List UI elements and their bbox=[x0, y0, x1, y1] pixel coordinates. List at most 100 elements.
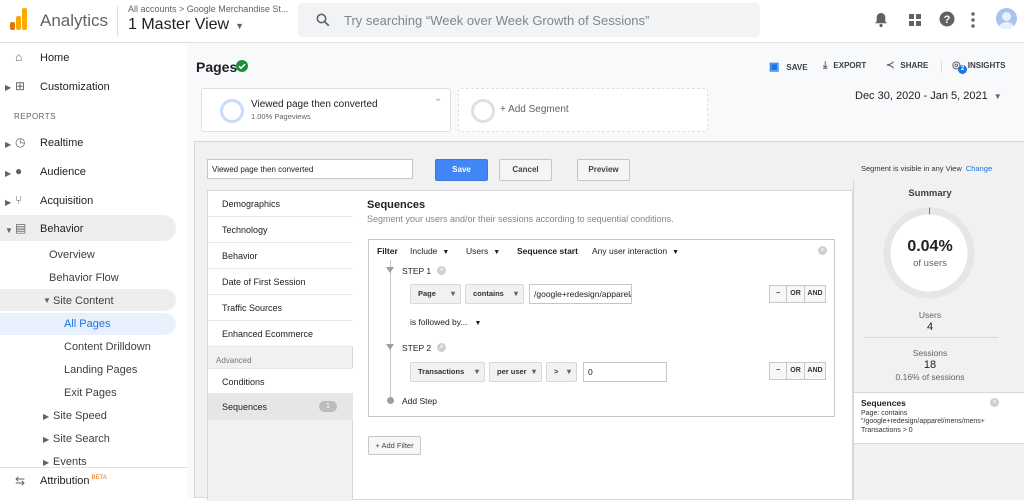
include-value: Include bbox=[410, 246, 438, 256]
include-dropdown[interactable]: Include ▼ bbox=[410, 246, 449, 256]
sidebar-item-site-speed[interactable]: Site Speed bbox=[53, 410, 107, 422]
segment-cancel-button[interactable]: Cancel bbox=[499, 159, 552, 181]
sidebar-item-overview[interactable]: Overview bbox=[49, 249, 95, 261]
sidebar-item-attribution[interactable]: Attribution BETA bbox=[40, 475, 107, 487]
sidebar-item-landing-pages[interactable]: Landing Pages bbox=[64, 364, 137, 376]
sidebar-item-audience[interactable]: Audience bbox=[40, 166, 86, 178]
menu-item-behavior[interactable]: Behavior bbox=[208, 243, 354, 269]
sidebar-item-site-content[interactable]: Site Content bbox=[53, 295, 114, 307]
attribution-icon: ⇆ bbox=[15, 474, 26, 488]
chevron-down-icon: ▼ bbox=[993, 92, 1002, 101]
change-visibility-link[interactable]: Change bbox=[966, 164, 992, 173]
segment-subtitle: 1.00% Pageviews bbox=[251, 112, 311, 121]
step1-and-button[interactable]: AND bbox=[804, 285, 826, 303]
users-dropdown[interactable]: Users ▼ bbox=[466, 246, 500, 256]
remove-step2-icon[interactable]: × bbox=[437, 343, 446, 352]
menu-item-technology[interactable]: Technology bbox=[208, 217, 354, 243]
step1-value-input[interactable] bbox=[529, 284, 632, 304]
summary-users-label: Users bbox=[918, 310, 942, 320]
reports-heading: REPORTS bbox=[14, 112, 57, 121]
segment-category-menu: Demographics Technology Behavior Date of… bbox=[207, 190, 359, 501]
add-filter-button[interactable]: + Add Filter bbox=[368, 436, 421, 455]
step1-dimension-dropdown[interactable]: Page bbox=[410, 284, 461, 304]
summary-sessions-label: Sessions bbox=[912, 348, 948, 358]
step2-value-input[interactable] bbox=[583, 362, 667, 382]
users-value: Users bbox=[466, 246, 489, 256]
step1-remove-button[interactable]: − bbox=[769, 285, 787, 303]
chevron-down-icon[interactable]: ⌄ bbox=[434, 93, 442, 104]
summary-divider bbox=[864, 337, 998, 338]
account-avatar[interactable] bbox=[996, 8, 1017, 29]
search-input[interactable]: Try searching “Week over Week Growth of … bbox=[298, 3, 760, 37]
sidebar: ⌂ Home ▶ ⊞ Customization REPORTS ▶ ◷ Rea… bbox=[0, 43, 187, 498]
apps-grid-icon[interactable] bbox=[908, 13, 922, 27]
menu-item-date-of-first-session[interactable]: Date of First Session bbox=[208, 269, 354, 295]
sidebar-item-home[interactable]: Home bbox=[40, 52, 69, 64]
menu-item-demographics[interactable]: Demographics bbox=[208, 191, 354, 217]
remove-step1-icon[interactable]: × bbox=[437, 266, 446, 275]
menu-item-traffic-sources[interactable]: Traffic Sources bbox=[208, 295, 354, 321]
step2-scope-dropdown[interactable]: per user bbox=[489, 362, 542, 382]
person-icon: ● bbox=[15, 164, 23, 178]
menu-item-enhanced-ecommerce[interactable]: Enhanced Ecommerce bbox=[208, 321, 354, 347]
analytics-logo-icon[interactable] bbox=[10, 8, 28, 30]
active-segment-card[interactable]: Viewed page then converted 1.00% Pagevie… bbox=[201, 88, 451, 132]
step2-or-button[interactable]: OR bbox=[786, 362, 805, 380]
chevron-right-icon: ▶ bbox=[5, 83, 12, 92]
add-step-button[interactable]: Add Step bbox=[402, 396, 437, 406]
menu-item-conditions[interactable]: Conditions bbox=[208, 368, 354, 394]
sidebar-item-behavior[interactable]: Behavior bbox=[40, 223, 83, 235]
add-segment-card[interactable]: + Add Segment bbox=[458, 88, 708, 132]
save-report-button[interactable]: ▣ SAVE bbox=[769, 60, 808, 73]
insights-button[interactable]: ◎ 2 INSIGHTS bbox=[952, 60, 1006, 74]
step2-operator-dropdown[interactable]: > bbox=[546, 362, 577, 382]
date-range-picker[interactable]: Dec 30, 2020 - Jan 5, 2021 ▼ bbox=[855, 90, 1002, 102]
sidebar-item-behavior-flow[interactable]: Behavior Flow bbox=[49, 272, 119, 284]
summary-percent-label: of users bbox=[913, 258, 947, 269]
sidebar-item-site-search[interactable]: Site Search bbox=[53, 433, 110, 445]
sequences-description: Segment your users and/or their sessions… bbox=[367, 214, 674, 224]
sidebar-item-all-pages[interactable]: All Pages bbox=[64, 318, 110, 330]
summary-sequence-title: Sequences bbox=[861, 398, 906, 408]
remove-filter-icon[interactable]: × bbox=[818, 246, 827, 255]
step2-dimension-dropdown[interactable]: Transactions bbox=[410, 362, 485, 382]
sidebar-item-content-drilldown[interactable]: Content Drilldown bbox=[64, 341, 151, 353]
chevron-down-icon: ▼ bbox=[442, 249, 450, 256]
help-icon[interactable]: ? bbox=[939, 11, 955, 27]
step2-remove-button[interactable]: − bbox=[769, 362, 787, 380]
summary-users-value: 4 bbox=[926, 321, 934, 333]
chevron-right-icon: ▶ bbox=[5, 198, 12, 207]
sequence-timeline bbox=[390, 260, 391, 400]
step1-or-button[interactable]: OR bbox=[786, 285, 805, 303]
summary-sessions-value: 18 bbox=[923, 359, 937, 371]
segment-save-button[interactable]: Save bbox=[435, 159, 488, 181]
step1-operator-dropdown[interactable]: contains bbox=[465, 284, 524, 304]
sequence-start-dropdown[interactable]: Any user interaction ▼ bbox=[592, 246, 679, 256]
segment-name-input[interactable] bbox=[207, 159, 413, 179]
search-placeholder: Try searching “Week over Week Growth of … bbox=[344, 13, 650, 28]
followed-by-dropdown[interactable]: is followed by... ▼ bbox=[410, 317, 481, 327]
export-button[interactable]: ⤓ EXPORT bbox=[823, 60, 866, 71]
remove-sequence-icon[interactable]: × bbox=[990, 398, 999, 407]
view-selector[interactable]: 1 Master View ▼ bbox=[128, 16, 244, 34]
timeline-node bbox=[386, 267, 394, 273]
step2-and-button[interactable]: AND bbox=[804, 362, 826, 380]
sidebar-item-realtime[interactable]: Realtime bbox=[40, 137, 83, 149]
step1-label: STEP 1 bbox=[402, 266, 432, 276]
menu-item-sequences[interactable]: Sequences 1 bbox=[208, 394, 354, 420]
sidebar-item-customization[interactable]: Customization bbox=[40, 81, 110, 93]
more-vert-icon[interactable] bbox=[971, 12, 975, 28]
breadcrumb[interactable]: All accounts > Google Merchandise St... bbox=[128, 4, 288, 14]
sidebar-divider bbox=[0, 467, 187, 468]
summary-sequence-line2: "/google+redesign/apparel/mens/mens+ bbox=[861, 418, 985, 425]
sidebar-item-exit-pages[interactable]: Exit Pages bbox=[64, 387, 117, 399]
visibility-label: Segment is visible in any View bbox=[861, 164, 962, 173]
sidebar-item-acquisition[interactable]: Acquisition bbox=[40, 195, 93, 207]
sequences-editor: Sequences Segment your users and/or thei… bbox=[353, 190, 853, 500]
chevron-down-icon: ▼ bbox=[43, 296, 51, 305]
bell-icon[interactable] bbox=[874, 12, 888, 28]
share-button[interactable]: ≺ SHARE bbox=[886, 60, 928, 71]
sequences-count-badge: 1 bbox=[319, 401, 337, 412]
segment-preview-button[interactable]: Preview bbox=[577, 159, 630, 181]
share-label: SHARE bbox=[900, 61, 929, 70]
